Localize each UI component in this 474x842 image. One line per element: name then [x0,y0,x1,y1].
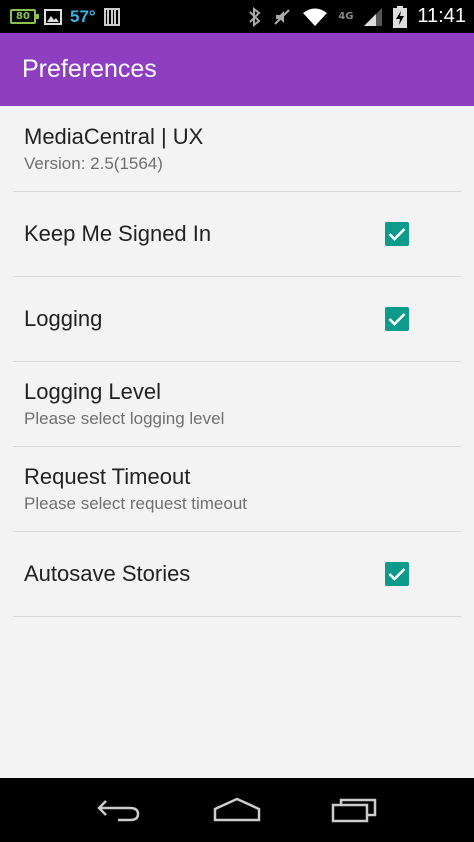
pref-keep-signed-in-title: Keep Me Signed In [24,221,212,246]
logging-checkbox[interactable] [385,307,409,331]
clock: 11:41 [417,5,466,27]
app-bar: Preferences [0,33,474,106]
mute-icon [272,7,292,27]
barcode-icon [103,7,120,26]
battery-icon: 80 [10,9,39,24]
image-icon [44,8,62,25]
status-left: 80 57° [0,7,120,27]
recents-button[interactable] [325,790,385,830]
pref-request-timeout-text: Request Timeout Please select request ti… [24,464,461,514]
home-button[interactable] [207,790,267,830]
pref-logging[interactable]: Logging [13,277,461,362]
pref-autosave-title: Autosave Stories [24,561,191,586]
pref-keep-signed-in[interactable]: Keep Me Signed In [13,192,461,277]
navigation-bar [0,778,474,842]
pref-logging-level-text: Logging Level Please select logging leve… [24,379,461,429]
battery-level: 80 [16,11,30,22]
check-icon [388,313,406,326]
pref-request-timeout-summary: Please select request timeout [24,494,248,513]
signal-icon [363,7,383,27]
charging-battery-icon [393,5,408,28]
status-bar: 80 57° 4G 11:41 [0,0,474,33]
pref-keep-signed-in-text: Keep Me Signed In [24,221,385,247]
pref-about-text: MediaCentral | UX Version: 2.5(1564) [24,124,461,174]
pref-about-title: MediaCentral | UX [24,123,204,149]
recents-icon [331,798,377,823]
pref-about[interactable]: MediaCentral | UX Version: 2.5(1564) [13,106,461,192]
autosave-checkbox[interactable] [385,562,409,586]
bluetooth-icon [248,6,262,27]
check-icon [388,568,406,581]
network-label: 4G [338,11,354,22]
pref-autosave[interactable]: Autosave Stories [13,532,461,617]
pref-logging-title: Logging [24,306,103,331]
keep-signed-in-checkbox[interactable] [385,222,409,246]
pref-logging-text: Logging [24,306,385,332]
back-icon [97,800,140,822]
pref-logging-level-summary: Please select logging level [24,409,225,428]
pref-logging-level-title: Logging Level [24,379,162,404]
pref-request-timeout[interactable]: Request Timeout Please select request ti… [13,447,461,532]
back-button[interactable] [89,790,149,830]
status-right: 4G 11:41 [248,5,474,28]
temperature: 57° [70,6,96,26]
pref-request-timeout-title: Request Timeout [24,464,191,489]
check-icon [388,228,406,241]
home-icon [213,797,261,822]
pref-about-summary: Version: 2.5(1564) [24,153,163,173]
preference-list: MediaCentral | UX Version: 2.5(1564) Kee… [0,106,474,778]
pref-logging-level[interactable]: Logging Level Please select logging leve… [13,362,461,447]
page-title: Preferences [22,55,157,83]
pref-autosave-text: Autosave Stories [24,561,385,587]
wifi-icon [302,7,328,27]
